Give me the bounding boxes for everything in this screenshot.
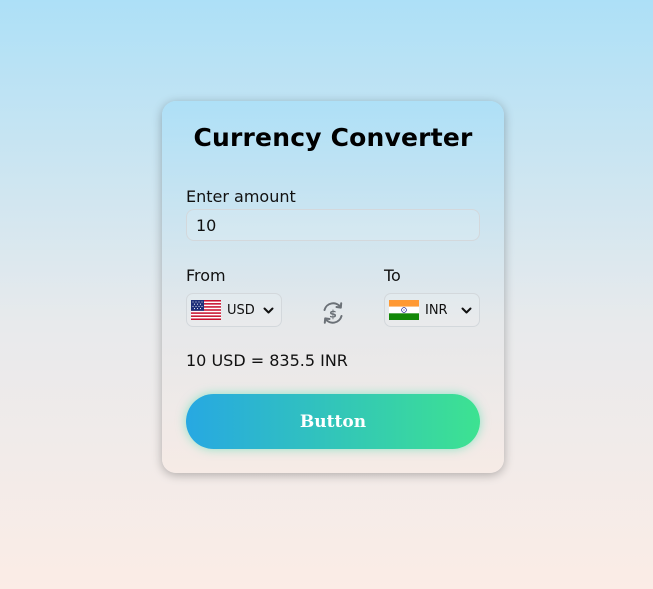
to-label: To — [384, 266, 401, 285]
to-currency-code: INR — [425, 303, 448, 318]
currency-swap-icon[interactable]: $ — [320, 300, 346, 326]
chevron-down-icon — [263, 307, 274, 314]
converter-card: Currency Converter Enter amount From To … — [162, 101, 504, 473]
us-flag-icon — [191, 300, 221, 320]
convert-button[interactable]: Button — [186, 394, 480, 449]
from-currency-select[interactable]: USD — [186, 293, 282, 327]
india-flag-icon — [389, 300, 419, 320]
to-currency-select[interactable]: INR — [384, 293, 480, 327]
amount-input[interactable] — [186, 209, 480, 241]
chevron-down-icon — [461, 307, 472, 314]
conversion-result: 10 USD = 835.5 INR — [186, 351, 348, 370]
from-currency-code: USD — [227, 303, 255, 318]
from-label: From — [186, 266, 226, 285]
svg-text:$: $ — [329, 308, 337, 321]
amount-label: Enter amount — [186, 187, 296, 206]
page-title: Currency Converter — [193, 123, 473, 152]
